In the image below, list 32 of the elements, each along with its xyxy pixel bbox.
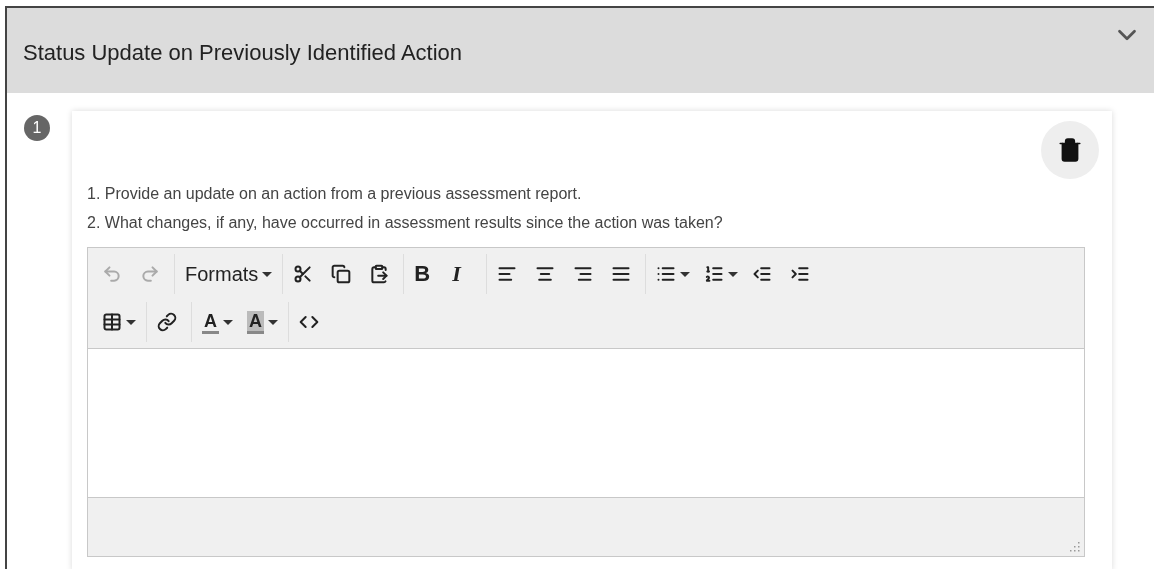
item-number: 1 [24, 115, 50, 141]
caret-icon [126, 319, 136, 325]
instruction-text: 2. What changes, if any, have occurred in assessment results since the action was taken? [87, 213, 724, 233]
scissors-icon [293, 264, 314, 284]
formats-dropdown[interactable]: Formats [179, 257, 279, 291]
redo-icon [140, 264, 160, 284]
panel-title: Status Update on Previously Identified Action [23, 40, 463, 66]
numbered-list-icon [704, 264, 725, 284]
text-color-button[interactable]: A [196, 305, 239, 339]
caret-icon [262, 271, 273, 277]
align-right-icon [573, 264, 594, 284]
resize-grip-icon[interactable] [1068, 540, 1080, 552]
align-left-icon [497, 264, 518, 284]
indent-icon [790, 264, 811, 284]
background-color-button[interactable]: A [241, 305, 284, 339]
link-icon [157, 312, 177, 332]
justify-icon [611, 264, 632, 284]
italic-button[interactable]: I [446, 257, 483, 291]
instruction-text: 1. Provide an update on an action from a previous assessment report. [87, 184, 583, 204]
bullet-list-icon [656, 264, 677, 284]
caret-icon [680, 271, 691, 277]
caret-icon [728, 271, 739, 277]
align-center-icon [535, 264, 556, 284]
outdent-icon [752, 264, 773, 284]
undo-icon [102, 264, 122, 284]
table-icon [102, 312, 122, 332]
caret-icon [268, 319, 278, 325]
copy-icon [331, 264, 352, 284]
caret-icon [223, 319, 233, 325]
trash-icon [1057, 137, 1083, 163]
bold-button[interactable]: B [408, 257, 445, 291]
clipboard-icon [369, 264, 390, 284]
